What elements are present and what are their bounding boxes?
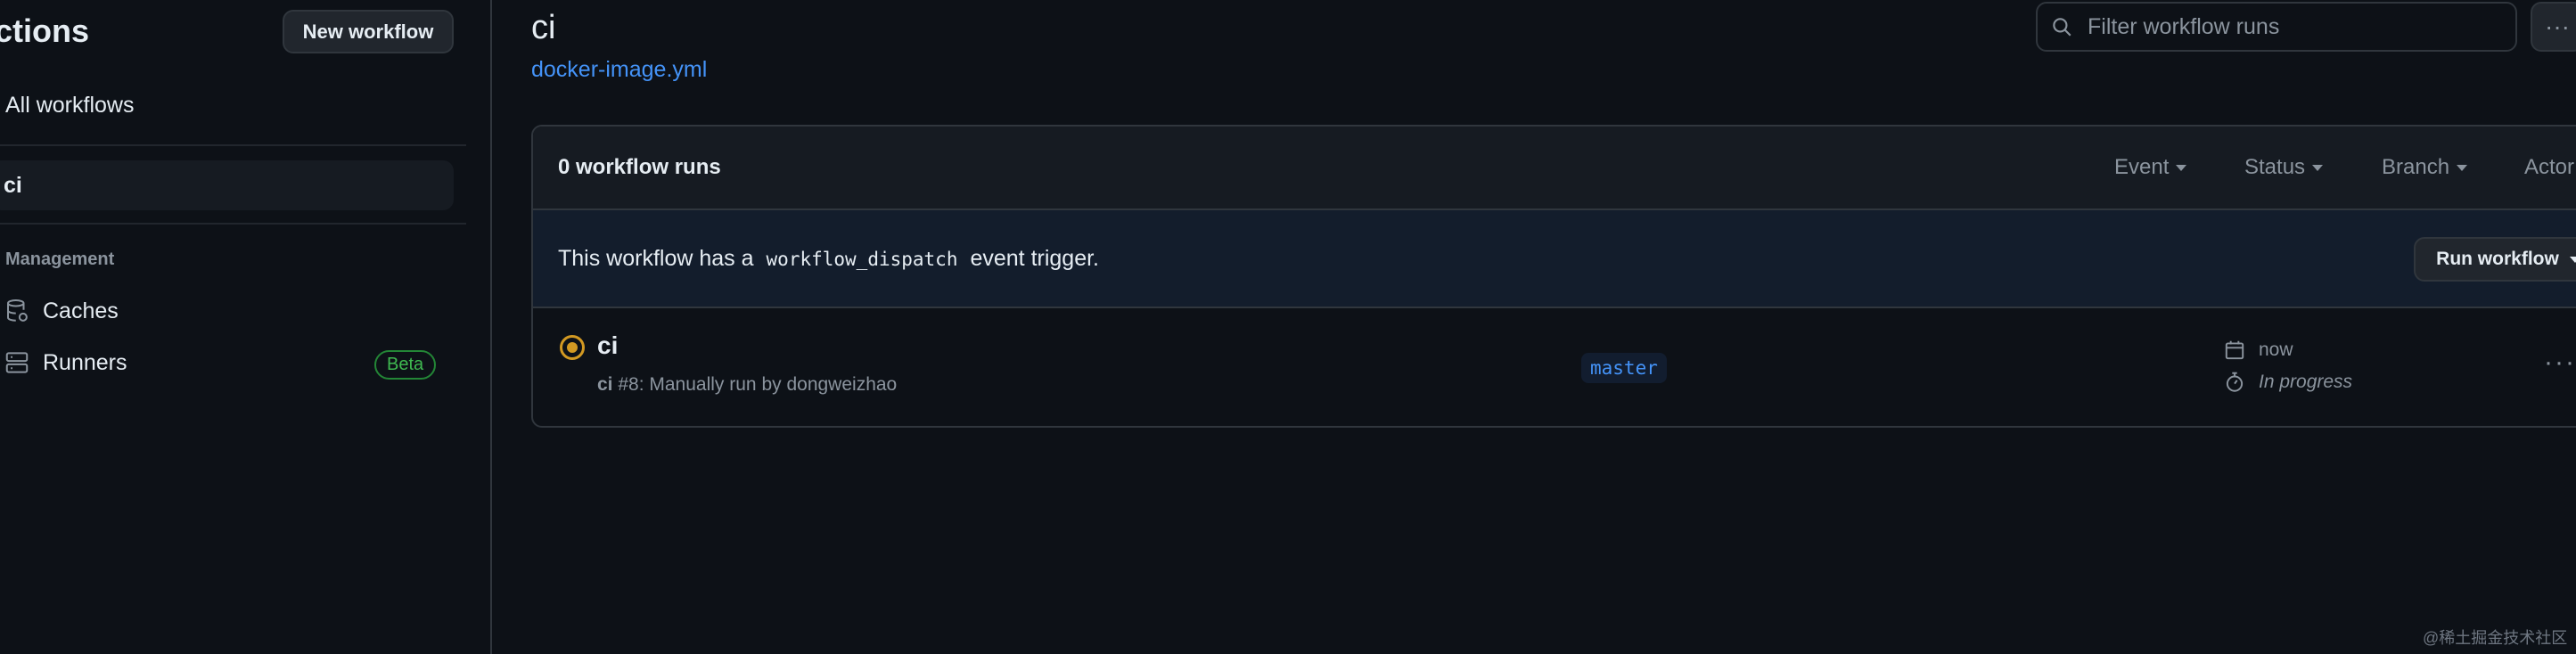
- runs-count: 0 workflow runs: [558, 155, 721, 179]
- filter-status[interactable]: Status: [2244, 155, 2324, 180]
- watermark: @稀土掘金技术社区: [2423, 629, 2568, 647]
- caret-down-icon: [2176, 164, 2187, 171]
- run-title[interactable]: ci: [597, 331, 618, 360]
- run-duration: In progress: [2223, 371, 2352, 394]
- caret-down-icon: [2312, 164, 2324, 171]
- sidebar-item-runners[interactable]: Runners: [4, 349, 127, 376]
- main-content: ci docker-image.yml ··· 0 workflow runs …: [492, 0, 2576, 654]
- database-icon: [4, 298, 30, 324]
- run-duration-text: In progress: [2259, 372, 2353, 392]
- branch-badge[interactable]: master: [1581, 353, 1667, 383]
- filter-label: Event: [2114, 155, 2170, 179]
- page-title: ci: [531, 9, 556, 46]
- caret-down-icon: [2457, 164, 2468, 171]
- filter-event[interactable]: Event: [2114, 155, 2187, 180]
- filter-label: Actor: [2524, 155, 2575, 179]
- sidebar-item-ci[interactable]: ci: [0, 160, 454, 210]
- filter-branch[interactable]: Branch: [2382, 155, 2468, 180]
- run-workflow-name: ci: [597, 374, 613, 395]
- sidebar-title: Actions: [0, 12, 90, 49]
- more-options-button[interactable]: ···: [2531, 2, 2576, 52]
- run-workflow-button[interactable]: Run workflow: [2414, 237, 2576, 282]
- sidebar-divider: [0, 223, 466, 225]
- caret-down-icon: [2569, 256, 2576, 263]
- dispatch-banner: This workflow has a workflow_dispatch ev…: [533, 210, 2576, 308]
- sidebar-item-label: ci: [4, 172, 22, 198]
- row-more-options-button[interactable]: ···: [2544, 347, 2576, 378]
- dispatch-code: workflow_dispatch: [766, 248, 958, 270]
- dispatch-prefix: This workflow has a: [558, 246, 754, 271]
- in-progress-status-icon: [560, 335, 585, 360]
- calendar-icon: [2223, 339, 2246, 362]
- run-meta: ci #8: Manually run by dongweizhao: [597, 374, 897, 396]
- search-input[interactable]: [2086, 12, 2496, 41]
- run-time: now: [2223, 339, 2293, 362]
- filter-actor[interactable]: Actor: [2524, 155, 2576, 180]
- search-box[interactable]: [2036, 2, 2517, 52]
- run-time-text: now: [2259, 339, 2293, 360]
- sidebar-item-label: Caches: [43, 298, 119, 323]
- runs-header: 0 workflow runs Event Status Branch Acto…: [533, 127, 2576, 210]
- run-meta-text: #8: Manually run by dongweizhao: [618, 374, 898, 395]
- management-heading: Management: [5, 249, 115, 269]
- filter-label: Status: [2244, 155, 2306, 179]
- run-workflow-label: Run workflow: [2436, 249, 2559, 269]
- dispatch-message: This workflow has a workflow_dispatch ev…: [558, 246, 1099, 272]
- stopwatch-icon: [2223, 371, 2246, 394]
- sidebar-item-label: Runners: [43, 349, 127, 375]
- workflow-runs-panel: 0 workflow runs Event Status Branch Acto…: [531, 125, 2576, 428]
- workflow-file-link[interactable]: docker-image.yml: [531, 57, 707, 83]
- sidebar-item-all-workflows[interactable]: All workflows: [5, 93, 134, 119]
- beta-badge: Beta: [374, 350, 437, 380]
- sidebar-divider: [0, 144, 466, 146]
- server-icon: [4, 349, 30, 376]
- search-icon: [2050, 15, 2073, 38]
- table-row[interactable]: ci ci #8: Manually run by dongweizhao ma…: [533, 308, 2576, 424]
- sidebar: Actions New workflow All workflows ci Ma…: [0, 0, 492, 654]
- sidebar-item-caches[interactable]: Caches: [4, 298, 119, 324]
- filter-label: Branch: [2382, 155, 2450, 179]
- new-workflow-button[interactable]: New workflow: [283, 10, 454, 53]
- dispatch-suffix: event trigger.: [970, 246, 1099, 271]
